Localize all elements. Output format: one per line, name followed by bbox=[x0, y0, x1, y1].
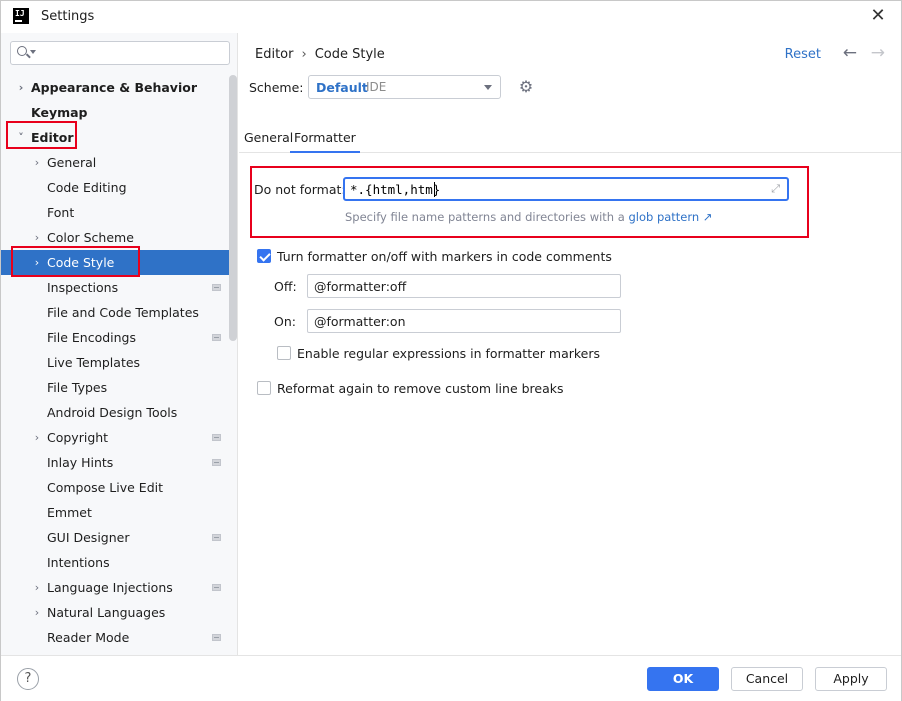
formatter-off-field[interactable]: @formatter:off bbox=[307, 274, 621, 298]
sidebar-item-live-templates[interactable]: Live Templates bbox=[1, 350, 229, 375]
project-settings-icon bbox=[212, 584, 221, 591]
sidebar-item-label: Live Templates bbox=[47, 355, 141, 370]
sidebar-item-label: Natural Languages bbox=[47, 605, 166, 620]
breadcrumb: Editor › Code Style bbox=[255, 47, 385, 62]
settings-search[interactable] bbox=[10, 41, 230, 65]
sidebar-item-file-types[interactable]: File Types bbox=[1, 375, 229, 400]
code-style-tabs: General Formatter bbox=[239, 125, 901, 153]
regex-markers-checkbox[interactable] bbox=[277, 346, 291, 360]
scheme-value: Default bbox=[316, 80, 368, 95]
sidebar-item-inlay-hints[interactable]: Inlay Hints bbox=[1, 450, 229, 475]
sidebar-item-compose-live-edit[interactable]: Compose Live Edit bbox=[1, 475, 229, 500]
scheme-dropdown[interactable]: Default IDE bbox=[308, 75, 501, 99]
sidebar-scrollbar[interactable] bbox=[229, 75, 237, 341]
intellij-app-icon: IJ bbox=[13, 8, 29, 24]
sidebar-item-reader-mode[interactable]: Reader Mode bbox=[1, 625, 229, 650]
sidebar-item-label: Reader Mode bbox=[47, 630, 130, 645]
search-icon bbox=[17, 46, 27, 56]
sidebar-item-language-injections[interactable]: › Language Injections bbox=[1, 575, 229, 600]
breadcrumb-code-style: Code Style bbox=[314, 47, 385, 62]
sidebar-item-copyright[interactable]: › Copyright bbox=[1, 425, 229, 450]
sidebar-item-label: General bbox=[47, 155, 97, 170]
close-icon[interactable]: ✕ bbox=[867, 6, 889, 28]
breadcrumb-editor[interactable]: Editor bbox=[255, 47, 293, 62]
scheme-scope: IDE bbox=[366, 80, 387, 94]
project-settings-icon bbox=[212, 434, 221, 441]
cancel-button[interactable]: Cancel bbox=[731, 667, 803, 691]
ok-button[interactable]: OK bbox=[647, 667, 719, 691]
tab-formatter[interactable]: Formatter bbox=[290, 130, 360, 153]
chevron-right-icon[interactable]: › bbox=[31, 575, 43, 600]
toggle-markers-label[interactable]: Turn formatter on/off with markers in co… bbox=[277, 249, 612, 264]
sidebar-item-label: Intentions bbox=[47, 555, 110, 570]
sidebar-item-label: Copyright bbox=[47, 430, 109, 445]
highlight-box-editor bbox=[6, 121, 77, 149]
formatter-off-value: @formatter:off bbox=[314, 279, 407, 294]
chevron-right-icon[interactable]: › bbox=[31, 150, 43, 175]
reformat-again-label[interactable]: Reformat again to remove custom line bre… bbox=[277, 381, 564, 396]
regex-markers-label[interactable]: Enable regular expressions in formatter … bbox=[297, 346, 600, 361]
apply-button[interactable]: Apply bbox=[815, 667, 887, 691]
window-title: Settings bbox=[41, 9, 95, 24]
sidebar-item-font[interactable]: Font bbox=[1, 200, 229, 225]
chevron-right-icon[interactable]: › bbox=[15, 75, 27, 100]
highlight-box-do-not-format bbox=[250, 166, 809, 238]
sidebar-item-natural-languages[interactable]: › Natural Languages bbox=[1, 600, 229, 625]
gear-icon[interactable]: ⚙ bbox=[516, 77, 536, 97]
off-label: Off: bbox=[274, 279, 297, 294]
tab-general[interactable]: General bbox=[244, 130, 293, 153]
sidebar-item-label: File Encodings bbox=[47, 330, 137, 345]
sidebar-item-inspections[interactable]: Inspections bbox=[1, 275, 229, 300]
chevron-right-icon[interactable]: › bbox=[31, 600, 43, 625]
sidebar-item-label: Emmet bbox=[47, 505, 92, 520]
highlight-box-code-style bbox=[11, 246, 140, 277]
sidebar-item-label: Appearance & Behavior bbox=[31, 80, 197, 95]
dialog-footer: ? OK Cancel Apply bbox=[1, 655, 901, 701]
chevron-down-icon bbox=[484, 85, 492, 90]
project-settings-icon bbox=[212, 284, 221, 291]
help-icon[interactable]: ? bbox=[17, 668, 39, 690]
sidebar-item-label: Code Editing bbox=[47, 180, 127, 195]
sidebar-item-general[interactable]: › General bbox=[1, 150, 229, 175]
reset-link[interactable]: Reset bbox=[785, 47, 821, 62]
formatter-on-value: @formatter:on bbox=[314, 314, 406, 329]
project-settings-icon bbox=[212, 459, 221, 466]
back-arrow-icon[interactable]: ← bbox=[843, 43, 857, 63]
sidebar-item-gui-designer[interactable]: GUI Designer bbox=[1, 525, 229, 550]
sidebar-item-label: Inlay Hints bbox=[47, 455, 114, 470]
project-settings-icon bbox=[212, 534, 221, 541]
settings-window: IJ Settings ✕ › Appearance & Behavior Keym… bbox=[0, 0, 902, 701]
toggle-markers-checkbox[interactable] bbox=[257, 249, 271, 263]
scheme-label: Scheme: bbox=[249, 80, 304, 95]
on-label: On: bbox=[274, 314, 296, 329]
sidebar-item-label: File and Code Templates bbox=[47, 305, 199, 320]
sidebar-item-emmet[interactable]: Emmet bbox=[1, 500, 229, 525]
reformat-again-checkbox[interactable] bbox=[257, 381, 271, 395]
settings-tree: › Appearance & Behavior Keymap ˅ Editor › Gene… bbox=[1, 75, 229, 650]
search-input[interactable] bbox=[39, 44, 225, 62]
chevron-right-icon[interactable]: › bbox=[31, 425, 43, 450]
sidebar-item-label: Android Design Tools bbox=[47, 405, 178, 420]
sidebar-item-label: Font bbox=[47, 205, 75, 220]
sidebar-item-appearance-and-behavior[interactable]: › Appearance & Behavior bbox=[1, 75, 229, 100]
sidebar-item-label: GUI Designer bbox=[47, 530, 130, 545]
breadcrumb-separator-icon: › bbox=[301, 47, 307, 62]
project-settings-icon bbox=[212, 634, 221, 641]
title-bar: IJ Settings ✕ bbox=[1, 1, 901, 33]
formatter-on-field[interactable]: @formatter:on bbox=[307, 309, 621, 333]
sidebar-item-file-and-code-templates[interactable]: File and Code Templates bbox=[1, 300, 229, 325]
sidebar-item-label: Compose Live Edit bbox=[47, 480, 164, 495]
sidebar-item-label: Language Injections bbox=[47, 580, 173, 595]
project-settings-icon bbox=[212, 334, 221, 341]
sidebar-item-label: Inspections bbox=[47, 280, 119, 295]
sidebar-item-code-editing[interactable]: Code Editing bbox=[1, 175, 229, 200]
app-icon-text: IJ bbox=[15, 9, 25, 18]
settings-content: Editor › Code Style Reset ← → Scheme: Defa… bbox=[239, 33, 901, 655]
search-options-chevron-icon[interactable] bbox=[30, 50, 36, 54]
sidebar-item-intentions[interactable]: Intentions bbox=[1, 550, 229, 575]
sidebar-item-file-encodings[interactable]: File Encodings bbox=[1, 325, 229, 350]
sidebar-item-android-design-tools[interactable]: Android Design Tools bbox=[1, 400, 229, 425]
sidebar-item-label: File Types bbox=[47, 380, 108, 395]
forward-arrow-icon[interactable]: → bbox=[871, 43, 885, 63]
